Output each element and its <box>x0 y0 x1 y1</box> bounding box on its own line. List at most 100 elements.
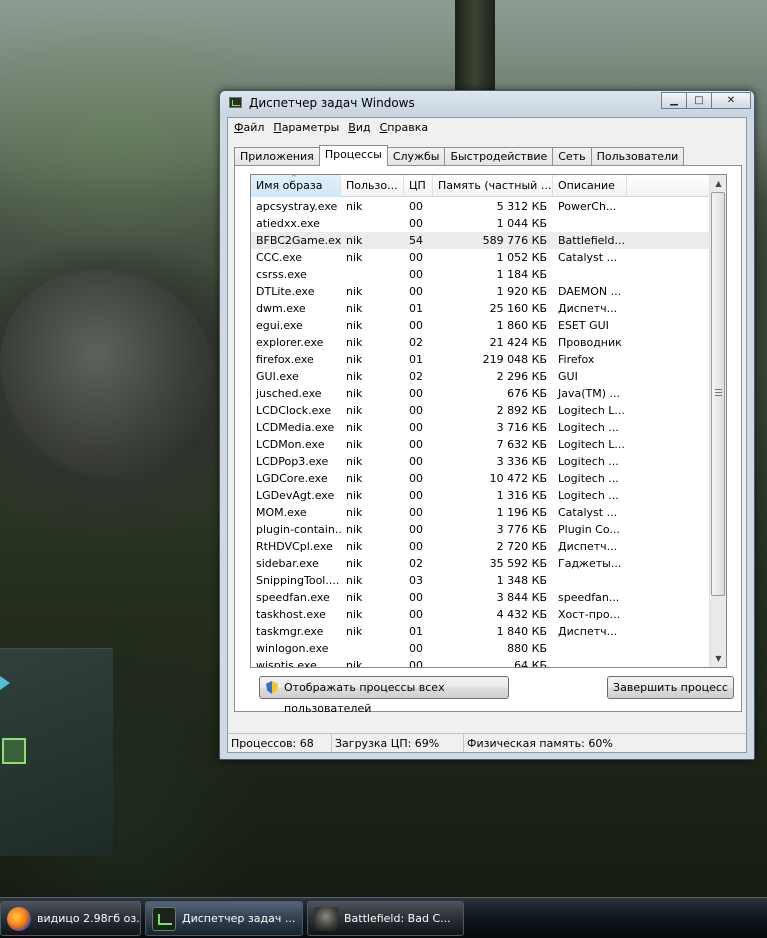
menu-item-3[interactable]: Справка <box>380 118 428 137</box>
table-row[interactable]: atiedxx.exe 00 1 044 КБ <box>251 215 710 232</box>
table-cell: apcsystray.exe <box>256 200 338 213</box>
table-cell: SnippingTool.... <box>256 574 340 587</box>
table-cell: Plugin Co... <box>558 523 620 536</box>
title-bar[interactable]: Диспетчер задач Windows ▁ □ ✕ <box>220 91 754 117</box>
table-row[interactable]: speedfan.exe nik 00 3 844 КБ speedfan... <box>251 589 710 606</box>
wallpaper-tree-trunk <box>455 0 495 95</box>
table-row[interactable]: taskhost.exe nik 00 4 432 КБ Хост-про... <box>251 606 710 623</box>
column-header-1[interactable]: Пользо... <box>341 175 404 197</box>
tab-2[interactable]: Службы <box>386 147 446 166</box>
maximize-button[interactable]: □ <box>686 92 712 109</box>
taskbar-button-label: Battlefield: Bad C... <box>344 912 451 925</box>
wallpaper-rock <box>0 270 215 480</box>
table-cell: 00 <box>409 642 423 655</box>
table-cell: jusched.exe <box>256 387 322 400</box>
table-row[interactable]: apcsystray.exe nik 00 5 312 КБ PowerCh... <box>251 198 710 215</box>
table-cell: nik <box>346 387 363 400</box>
taskbar-button-1[interactable]: Диспетчер задач ... <box>145 901 303 936</box>
column-header-4[interactable]: Описание <box>553 175 627 197</box>
table-cell: 3 776 КБ <box>496 523 547 536</box>
table-row[interactable]: sidebar.exe nik 02 35 592 КБ Гаджеты... <box>251 555 710 572</box>
table-cell: atiedxx.exe <box>256 217 320 230</box>
taskbar-button-2[interactable]: Battlefield: Bad C... <box>307 901 464 936</box>
table-row[interactable]: LCDClock.exe nik 00 2 892 КБ Logitech L... <box>251 402 710 419</box>
table-row[interactable]: GUI.exe nik 02 2 296 КБ GUI <box>251 368 710 385</box>
table-row[interactable]: BFBC2Game.exe nik 54 589 776 КБ Battlefield.… <box>251 232 710 249</box>
menu-item-0[interactable]: Файл <box>234 118 264 137</box>
menu-accel: В <box>348 121 356 134</box>
table-cell: nik <box>346 659 363 668</box>
close-button[interactable]: ✕ <box>711 92 751 109</box>
table-row[interactable]: csrss.exe 00 1 184 КБ <box>251 266 710 283</box>
table-row[interactable]: jusched.exe nik 00 676 КБ Java(TM) ... <box>251 385 710 402</box>
window-client-area: Файл Параметры Вид Справка Приложения Процес… <box>227 117 747 753</box>
table-cell: wisptis.exe <box>256 659 317 668</box>
scrollbar-thumb[interactable] <box>711 192 725 596</box>
table-row[interactable]: firefox.exe nik 01 219 048 КБ Firefox <box>251 351 710 368</box>
table-row[interactable]: LCDPop3.exe nik 00 3 336 КБ Logitech ... <box>251 453 710 470</box>
table-row[interactable]: DTLite.exe nik 00 1 920 КБ DAEMON ... <box>251 283 710 300</box>
menu-label-rest: ид <box>355 121 371 134</box>
minimize-button[interactable]: ▁ <box>661 92 687 109</box>
table-row[interactable]: LGDevAgt.exe nik 00 1 316 КБ Logitech ... <box>251 487 710 504</box>
vertical-scrollbar[interactable]: ▲ ▼ <box>709 175 726 667</box>
table-cell: Catalyst ... <box>558 251 618 264</box>
table-cell: GUI.exe <box>256 370 299 383</box>
table-row[interactable]: LCDMon.exe nik 00 7 632 КБ Logitech L... <box>251 436 710 453</box>
table-row[interactable]: RtHDVCpl.exe nik 00 2 720 КБ Диспетч... <box>251 538 710 555</box>
end-process-button[interactable]: Завершить процесс <box>607 676 734 699</box>
menu-accel: С <box>379 121 388 134</box>
tab-0[interactable]: Приложения <box>234 147 320 166</box>
scroll-up-icon[interactable]: ▲ <box>710 175 726 192</box>
table-row[interactable]: SnippingTool.... nik 03 1 348 КБ <box>251 572 710 589</box>
table-cell: Диспетч... <box>558 302 618 315</box>
task-manager-window: Диспетчер задач Windows ▁ □ ✕ Файл Параме… <box>219 90 755 760</box>
table-cell: nik <box>346 591 363 604</box>
table-row[interactable]: egui.exe nik 00 1 860 КБ ESET GUI <box>251 317 710 334</box>
table-cell: Logitech ... <box>558 421 619 434</box>
column-header-2[interactable]: ЦП <box>404 175 433 197</box>
menu-item-2[interactable]: Вид <box>348 118 370 137</box>
menu-label-rest: араметры <box>281 121 340 134</box>
tab-1[interactable]: Процессы <box>318 145 388 166</box>
table-row[interactable]: MOM.exe nik 00 1 196 КБ Catalyst ... <box>251 504 710 521</box>
menu-item-1[interactable]: Параметры <box>273 118 339 137</box>
table-cell <box>553 215 627 232</box>
table-cell: GUI <box>558 370 578 383</box>
table-cell: nik <box>346 438 363 451</box>
column-header-3[interactable]: Память (частный ... <box>433 175 553 197</box>
table-row[interactable]: winlogon.exe 00 880 КБ <box>251 640 710 657</box>
tab-5[interactable]: Пользователи <box>590 147 685 166</box>
table-row[interactable]: wisptis.exe nik 00 64 КБ <box>251 657 710 668</box>
table-cell: Диспетч... <box>558 540 618 553</box>
table-cell: 54 <box>409 234 423 247</box>
table-cell <box>341 266 404 283</box>
table-row[interactable]: LCDMedia.exe nik 00 3 716 КБ Logitech ... <box>251 419 710 436</box>
table-row[interactable]: explorer.exe nik 02 21 424 КБ Проводник <box>251 334 710 351</box>
tab-3[interactable]: Быстродействие <box>444 147 554 166</box>
table-cell: nik <box>346 404 363 417</box>
table-row[interactable]: taskmgr.exe nik 01 1 840 КБ Диспетч... <box>251 623 710 640</box>
table-cell: Logitech ... <box>558 489 619 502</box>
table-cell: Firefox <box>558 353 595 366</box>
process-list[interactable]: Имя образа ^ Пользо... ЦП Память (частный ..… <box>250 174 727 668</box>
show-all-processes-button[interactable]: Отображать процессы всех пользователей <box>259 676 509 715</box>
scroll-down-icon[interactable]: ▼ <box>710 650 726 667</box>
menu-accel: П <box>273 121 282 134</box>
column-header-0[interactable]: Имя образа ^ <box>251 175 341 197</box>
table-row[interactable]: dwm.exe nik 01 25 160 КБ Диспетч... <box>251 300 710 317</box>
table-row[interactable]: LGDCore.exe nik 00 10 472 КБ Logitech ... <box>251 470 710 487</box>
table-cell: nik <box>346 370 363 383</box>
firefox-icon <box>7 907 31 931</box>
table-cell: Гаджеты... <box>558 557 622 570</box>
table-cell: 1 860 КБ <box>496 319 547 332</box>
table-row[interactable]: CCC.exe nik 00 1 052 КБ Catalyst ... <box>251 249 710 266</box>
table-cell: 00 <box>409 251 423 264</box>
table-cell: Logitech L... <box>558 438 625 451</box>
column-header-label: Описание <box>558 179 615 192</box>
table-cell: CCC.exe <box>256 251 303 264</box>
taskbar-button-0[interactable]: видицо 2.98гб оз... <box>0 901 141 936</box>
tab-4[interactable]: Сеть <box>552 147 592 166</box>
menu-accel: Ф <box>234 121 244 134</box>
table-row[interactable]: plugin-contain... nik 00 3 776 КБ Plugin Co.… <box>251 521 710 538</box>
